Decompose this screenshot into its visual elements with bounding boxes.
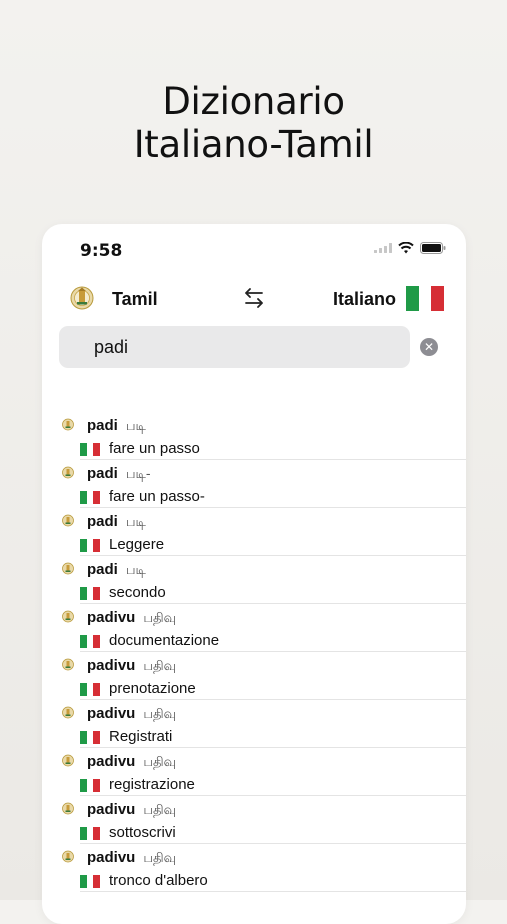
result-word: padivu பதிவு — [87, 609, 176, 627]
italian-flag-icon — [80, 779, 101, 792]
tamil-emblem-icon — [62, 562, 74, 575]
italian-flag-icon — [80, 731, 101, 744]
source-language-button[interactable]: Tamil — [112, 289, 158, 310]
result-transliteration: padi — [87, 513, 118, 530]
result-translation: Registrati — [109, 728, 173, 745]
italian-flag-icon — [80, 827, 101, 840]
result-word: padi படி- — [87, 465, 151, 483]
search-input[interactable]: padi — [94, 326, 394, 368]
result-word: padi படி — [87, 513, 146, 531]
results-list: padi படி fare un passo padi படி- fare un pass… — [42, 412, 466, 892]
tamil-emblem-icon — [62, 610, 74, 623]
italian-flag-icon — [80, 635, 101, 648]
result-row[interactable]: padivu பதிவு sottoscrivi — [42, 796, 466, 844]
tamil-emblem-icon — [62, 754, 74, 767]
tamil-emblem-icon — [62, 514, 74, 527]
result-transliteration: padivu — [87, 801, 136, 818]
swap-languages-icon[interactable] — [242, 285, 266, 311]
language-bar: Tamil Italiano — [42, 282, 466, 318]
target-language-button[interactable]: Italiano — [333, 289, 396, 310]
search-field[interactable]: padi — [59, 326, 410, 368]
italian-flag-icon — [80, 443, 101, 456]
result-translation: documentazione — [109, 632, 220, 649]
result-tamil-script: பதிவு — [143, 803, 177, 818]
result-word: padivu பதிவு — [87, 801, 176, 819]
result-transliteration: padi — [87, 561, 118, 578]
battery-icon — [420, 242, 446, 254]
result-tamil-script: பதிவு — [143, 659, 177, 674]
result-tamil-script: படி — [125, 515, 146, 530]
tamil-emblem-icon — [62, 802, 74, 815]
promo-headline: Dizionario Italiano-Tamil — [0, 80, 507, 166]
result-tamil-script: படி — [125, 419, 146, 434]
result-transliteration: padi — [87, 465, 118, 482]
result-word: padi படி — [87, 561, 146, 579]
result-translation: tronco d'albero — [109, 872, 208, 889]
italian-flag-icon — [80, 683, 101, 696]
result-translation: registrazione — [109, 776, 195, 793]
result-row[interactable]: padivu பதிவு registrazione — [42, 748, 466, 796]
result-word: padivu பதிவு — [87, 657, 176, 675]
result-transliteration: padi — [87, 417, 118, 434]
result-transliteration: padivu — [87, 849, 136, 866]
italian-flag-icon — [80, 587, 101, 600]
result-tamil-script: பதிவு — [143, 707, 177, 722]
result-tamil-script: பதிவு — [143, 755, 177, 770]
result-word: padi படி — [87, 417, 146, 435]
result-translation: sottoscrivi — [109, 824, 176, 841]
italian-flag-icon — [80, 539, 101, 552]
result-row[interactable]: padivu பதிவு documentazione — [42, 604, 466, 652]
status-icons — [374, 242, 446, 254]
status-time: 9:58 — [80, 241, 123, 261]
result-translation: Leggere — [109, 536, 165, 553]
result-word: padivu பதிவு — [87, 849, 176, 867]
headline-line-1: Dizionario — [162, 80, 345, 123]
tamil-emblem-icon — [62, 658, 74, 671]
result-word: padivu பதிவு — [87, 705, 176, 723]
wifi-icon — [398, 242, 414, 254]
result-translation: fare un passo — [109, 440, 200, 457]
result-row[interactable]: padivu பதிவு tronco d'albero — [42, 844, 466, 892]
result-translation: secondo — [109, 584, 166, 601]
signal-icon — [374, 243, 392, 253]
result-tamil-script: பதிவு — [143, 611, 177, 626]
result-row[interactable]: padi படி fare un passo — [42, 412, 466, 460]
result-row[interactable]: padi படி Leggere — [42, 508, 466, 556]
result-word: padivu பதிவு — [87, 753, 176, 771]
result-row[interactable]: padi படி secondo — [42, 556, 466, 604]
headline-line-2: Italiano-Tamil — [133, 123, 374, 166]
result-row[interactable]: padivu பதிவு prenotazione — [42, 652, 466, 700]
italian-flag-icon — [80, 491, 101, 504]
italian-flag-icon[interactable] — [406, 286, 445, 311]
result-transliteration: padivu — [87, 705, 136, 722]
tamil-emblem-icon[interactable] — [70, 285, 94, 311]
result-row[interactable]: padivu பதிவு Registrati — [42, 700, 466, 748]
result-translation: fare un passo- — [109, 488, 205, 505]
result-translation: prenotazione — [109, 680, 196, 697]
result-tamil-script: பதிவு — [143, 851, 177, 866]
tamil-emblem-icon — [62, 466, 74, 479]
result-transliteration: padivu — [87, 609, 136, 626]
italian-flag-icon — [80, 875, 101, 888]
result-transliteration: padivu — [87, 753, 136, 770]
tamil-emblem-icon — [62, 850, 74, 863]
result-transliteration: padivu — [87, 657, 136, 674]
result-row[interactable]: padi படி- fare un passo- — [42, 460, 466, 508]
tamil-emblem-icon — [62, 706, 74, 719]
phone-screen: 9:58 Tamil Italiano padi ✕ padi படி fare… — [42, 224, 466, 924]
result-tamil-script: படி — [125, 563, 146, 578]
clear-search-button[interactable]: ✕ — [420, 338, 438, 356]
result-tamil-script: படி- — [125, 467, 151, 482]
tamil-emblem-icon — [62, 418, 74, 431]
